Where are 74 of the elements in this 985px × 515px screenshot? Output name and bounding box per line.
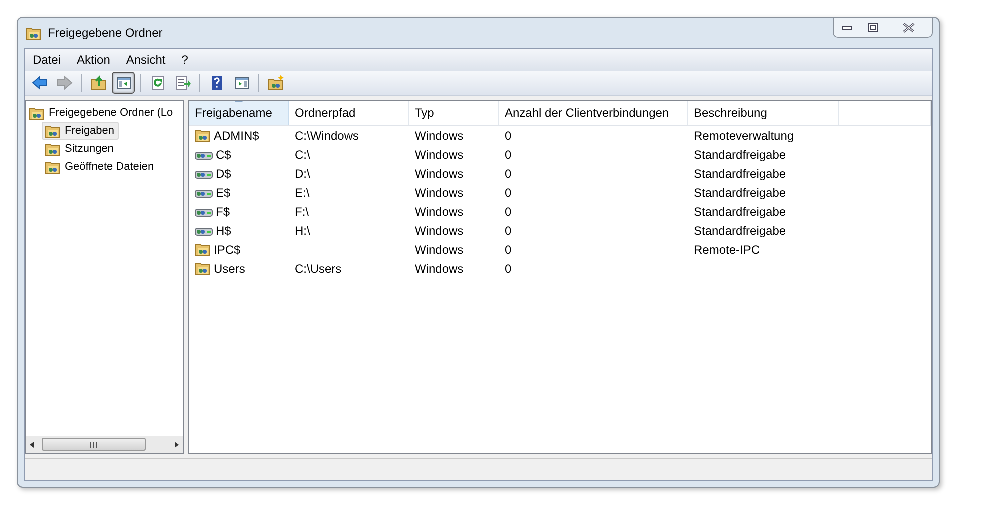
menu-item[interactable]: Aktion [69,51,118,69]
table-cell-text: Standardfreigabe [694,146,786,164]
menu-item[interactable]: ? [174,51,196,69]
table-cell-text: Windows [415,128,464,144]
table-cell-text: Standardfreigabe [694,166,786,182]
maximize-icon [868,23,878,32]
table-cell-text: 0 [505,128,512,144]
close-icon [903,22,915,32]
table-cell-text: Standardfreigabe [694,184,786,202]
scroll-right-icon[interactable] [173,440,181,448]
table-cell-text: IPC$ [214,242,241,258]
table-cell-text: E:\ [295,184,310,202]
forward-arrow-icon [56,75,72,91]
table-cell-text: D:\ [295,166,310,182]
table-cell-text: H$ [216,222,232,240]
minimize-icon [842,26,852,30]
back-arrow-icon [32,75,48,91]
action-pane-icon [234,75,250,91]
table-cell-text: 0 [505,146,512,164]
export-list-icon [174,75,190,91]
refresh-icon [150,75,166,91]
table-cell-text: C:\Users [295,260,342,278]
table-cell-text: E$ [216,184,231,202]
table-cell-text: C$ [216,146,232,164]
table-cell-text: Remote-IPC [694,242,760,258]
table-cell-text: 0 [505,242,512,258]
shared-folder-icon [195,242,211,257]
table-cell-text: Remoteverwaltung [694,128,794,144]
table-cell-text: H:\ [295,222,310,240]
minimize-button[interactable] [834,18,860,37]
table-cell-text: C:\Windows [295,128,360,144]
shared-folder-icon [45,160,61,174]
table-cell-text: D$ [216,166,232,182]
folder-up-icon [90,75,106,91]
console-tree-button[interactable] [112,72,135,94]
table-cell-text: Standardfreigabe [694,204,786,220]
table-cell-text: Windows [415,166,464,182]
close-button[interactable] [886,18,932,37]
shared-folder-icon [45,142,61,156]
table-cell-text: Windows [415,146,464,164]
table-cell-text: 0 [505,260,512,278]
table-cell-text: Windows [415,204,464,220]
table-cell-text: Users [214,260,246,278]
new-share-icon [268,75,284,91]
console-tree-icon [116,75,132,91]
window-title: Freigegebene Ordner [48,25,163,42]
table-cell-text: 0 [505,166,512,182]
table-cell-text: Windows [415,242,464,258]
table-cell-text: 0 [505,222,512,240]
tree-item[interactable]: Freigaben [42,122,119,140]
tree-item[interactable]: Geöffnete Dateien [42,158,158,176]
table-cell-text: ADMIN$ [214,128,260,144]
table-cell-text: F$ [216,204,230,220]
table-cell-text: Standardfreigabe [694,222,786,240]
shared-folder-icon [195,261,211,276]
menu-item[interactable]: Datei [25,51,70,69]
menu-item[interactable]: Ansicht [118,51,174,69]
column-header[interactable]: Freigabename [189,101,289,125]
table-cell-text: 0 [505,204,512,220]
tree-item[interactable]: Sitzungen [42,140,118,158]
shared-folder-icon [29,106,45,120]
table-cell-text: Windows [415,184,464,202]
table-cell-text: Windows [415,260,464,278]
table-cell-text: Windows [415,222,464,240]
tree-item[interactable]: Freigegebene Ordner (Lo [26,104,178,122]
table-cell-text: 0 [505,184,512,202]
table-cell-text: C:\ [295,146,310,164]
horizontal-scrollbar[interactable] [26,436,183,453]
scroll-left-icon[interactable] [28,440,36,448]
shared-folder-icon [195,128,211,143]
table-cell-text: F:\ [295,204,309,220]
shared-folder-icon [45,124,61,138]
shared-folder-icon [26,26,42,42]
grip-icon [90,442,98,448]
